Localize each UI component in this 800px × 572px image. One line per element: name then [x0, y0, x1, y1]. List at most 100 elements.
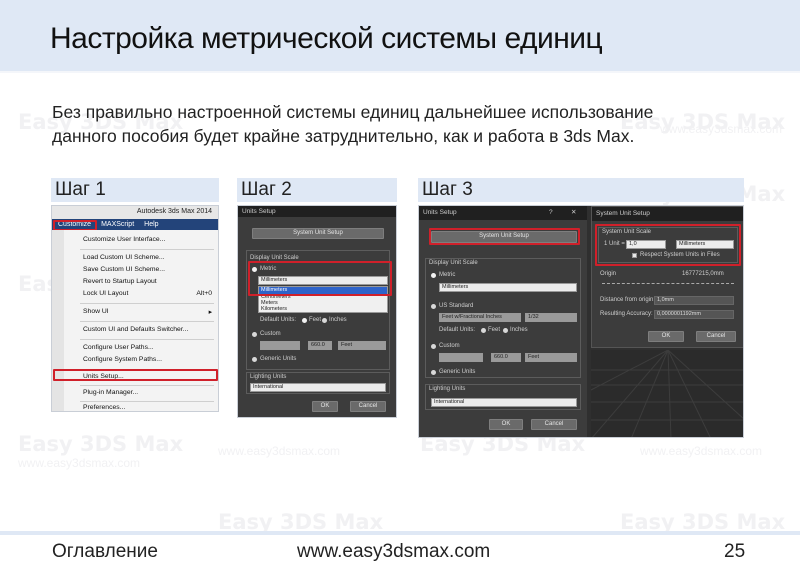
dialog-title: Units Setup ? ✕ — [419, 206, 587, 220]
step-1-heading: Шаг 1 — [51, 178, 219, 202]
custom-name-field[interactable] — [260, 341, 300, 350]
menu-item[interactable]: Load Custom UI Scheme... — [83, 254, 165, 261]
watermark: Easy 3DS Max — [18, 432, 184, 456]
dialog-title: Units Setup — [238, 206, 396, 217]
menu-help[interactable]: Help — [144, 219, 158, 230]
custom-unit-dropdown[interactable]: Feet — [525, 353, 577, 362]
metric-highlight — [248, 261, 392, 296]
menu-item[interactable]: Lock UI Layout — [83, 290, 128, 297]
viewport-grid — [591, 350, 743, 437]
menu-item[interactable]: Custom UI and Defaults Switcher... — [83, 326, 188, 333]
system-unit-highlight — [429, 228, 580, 245]
inches-radio[interactable] — [503, 328, 508, 333]
radio-label: Inches — [510, 327, 528, 333]
page-number: 25 — [724, 541, 746, 562]
menu-item[interactable]: Configure System Paths... — [83, 356, 162, 363]
app-title-bar: Autodesk 3ds Max 2014 — [52, 206, 218, 219]
default-units-label: Default Units: — [260, 317, 297, 323]
radio-label: Custom — [439, 343, 460, 349]
us-standard-radio[interactable] — [431, 304, 436, 309]
inches-radio[interactable] — [322, 318, 327, 323]
group-label: Display Unit Scale — [429, 260, 478, 266]
custom-value-field[interactable]: 660.0 — [308, 341, 332, 350]
system-unit-setup-button[interactable]: System Unit Setup — [252, 228, 384, 239]
lighting-dropdown[interactable]: International — [431, 398, 577, 407]
group-label: Lighting Units — [250, 374, 287, 380]
cancel-button[interactable]: Cancel — [696, 331, 736, 342]
origin-slider[interactable] — [602, 283, 734, 286]
menu-item[interactable]: Configure User Paths... — [83, 344, 154, 351]
radio-label: US Standard — [439, 303, 474, 309]
distance-field[interactable]: 1,0mm — [654, 296, 734, 305]
dialog-title-text: Units Setup — [423, 209, 457, 216]
custom-name-field[interactable] — [439, 353, 483, 362]
dropdown-option[interactable]: Kilometers — [259, 306, 387, 312]
site-link[interactable]: www.easy3dsmax.com — [297, 541, 490, 563]
menu-item[interactable]: Show UI — [83, 308, 109, 315]
us-dropdown[interactable]: Feet w/Fractional Inches — [439, 313, 521, 322]
menu-separator — [80, 339, 214, 340]
system-unit-setup-dialog: System Unit Setup System Unit Scale 1 Un… — [591, 206, 743, 348]
distance-label: Distance from origin: — [600, 297, 656, 303]
dialog-title: System Unit Setup — [592, 207, 743, 221]
menu-item[interactable]: Preferences... — [83, 404, 125, 411]
menu-separator — [80, 401, 214, 402]
metric-radio[interactable] — [431, 273, 436, 278]
custom-unit-dropdown[interactable]: Feet — [338, 341, 386, 350]
cancel-button[interactable]: Cancel — [350, 401, 386, 412]
feet-radio[interactable] — [302, 318, 307, 323]
menu-separator — [80, 249, 214, 250]
menu-item[interactable]: Revert to Startup Layout — [83, 278, 157, 285]
system-scale-highlight — [595, 224, 741, 266]
help-icon[interactable]: ? — [549, 206, 553, 220]
generic-radio[interactable] — [252, 357, 257, 362]
title-rule — [0, 71, 800, 73]
step-2-heading: Шаг 2 — [237, 178, 397, 202]
radio-label: Feet — [488, 327, 501, 333]
generic-radio[interactable] — [431, 370, 436, 375]
close-icon[interactable]: ✕ — [571, 206, 576, 220]
menu-maxscript[interactable]: MAXScript — [101, 219, 134, 230]
submenu-arrow-icon: ▸ — [208, 309, 212, 316]
accuracy-field: 0,0000001192mm — [654, 310, 734, 319]
lighting-dropdown[interactable]: International — [250, 383, 386, 392]
step-3-screenshot: Units Setup ? ✕ System Unit Setup Displa… — [418, 205, 744, 438]
menu-separator — [80, 303, 214, 304]
intro-line: Без правильно настроенной системы единиц… — [52, 102, 654, 122]
menu-item[interactable]: Customize User Interface... — [83, 236, 165, 243]
footer-rule — [0, 531, 800, 535]
default-units-label: Default Units: — [439, 327, 476, 333]
custom-value-field[interactable]: 660.0 — [491, 353, 521, 362]
radio-label: Inches — [329, 317, 347, 323]
customize-menu: Customize User Interface... Load Custom … — [52, 230, 218, 411]
custom-radio[interactable] — [431, 344, 436, 349]
metric-dropdown[interactable]: Millimeters — [439, 283, 577, 292]
menu-separator — [80, 385, 214, 386]
ok-button[interactable]: OK — [648, 331, 684, 342]
step-2-screenshot: Units Setup System Unit Setup Display Un… — [237, 205, 397, 418]
page-title: Настройка метрической системы единиц — [50, 22, 603, 55]
intro-line: данного пособия будет крайне затруднител… — [52, 126, 635, 146]
step-3-heading: Шаг 3 — [418, 178, 744, 202]
units-setup-dialog: Units Setup ? ✕ System Unit Setup Displa… — [419, 206, 587, 437]
fraction-dropdown[interactable]: 1/32 — [525, 313, 577, 322]
intro-text: Без правильно настроенной системы единиц… — [52, 100, 752, 148]
toc-link[interactable]: Оглавление — [52, 541, 158, 563]
accuracy-label: Resulting Accuracy: — [600, 311, 653, 317]
menu-item[interactable]: Save Custom UI Scheme... — [83, 266, 165, 273]
menu-separator — [80, 321, 214, 322]
cancel-button[interactable]: Cancel — [531, 419, 577, 430]
feet-radio[interactable] — [481, 328, 486, 333]
menu-item[interactable]: Plug-in Manager... — [83, 389, 138, 396]
ok-button[interactable]: OK — [489, 419, 523, 430]
radio-label: Feet — [309, 317, 322, 323]
ok-button[interactable]: OK — [312, 401, 338, 412]
step-1-screenshot: Autodesk 3ds Max 2014 Customize MAXScrip… — [51, 205, 219, 412]
custom-radio[interactable] — [252, 332, 257, 337]
group-label: Lighting Units — [429, 386, 466, 392]
radio-label: Metric — [439, 272, 456, 278]
watermark-url: www.easy3dsmax.com — [640, 444, 763, 458]
title-band: Настройка метрической системы единиц — [0, 0, 800, 73]
origin-value: 16777215,0mm — [682, 271, 724, 277]
radio-label: Generic Units — [439, 369, 476, 375]
